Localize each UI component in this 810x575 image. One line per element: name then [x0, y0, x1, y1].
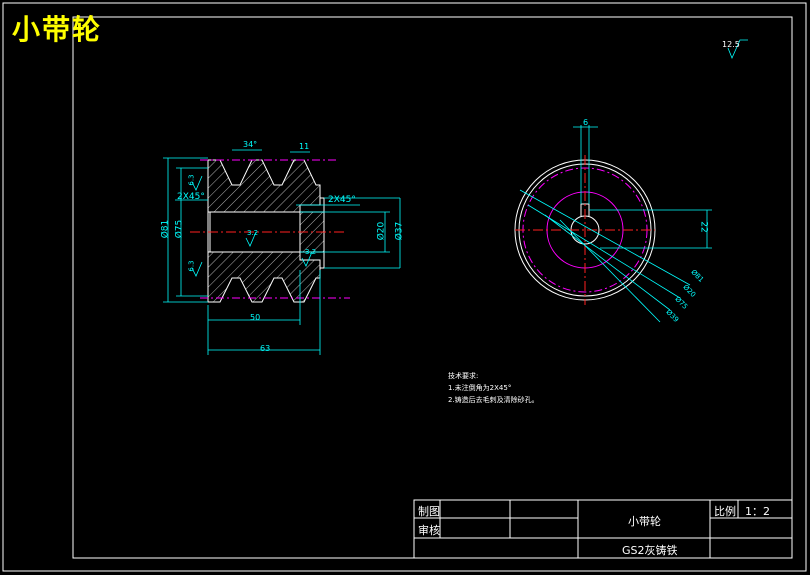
- material: GS2灰铸铁: [622, 544, 678, 557]
- part-name: 小带轮: [628, 515, 661, 528]
- title-block-frame: [413, 499, 793, 559]
- drawn-label: 制图: [418, 505, 440, 518]
- scale-value: 1：2: [745, 505, 770, 518]
- scale-label: 比例: [714, 505, 736, 518]
- checked-label: 审核: [418, 524, 440, 537]
